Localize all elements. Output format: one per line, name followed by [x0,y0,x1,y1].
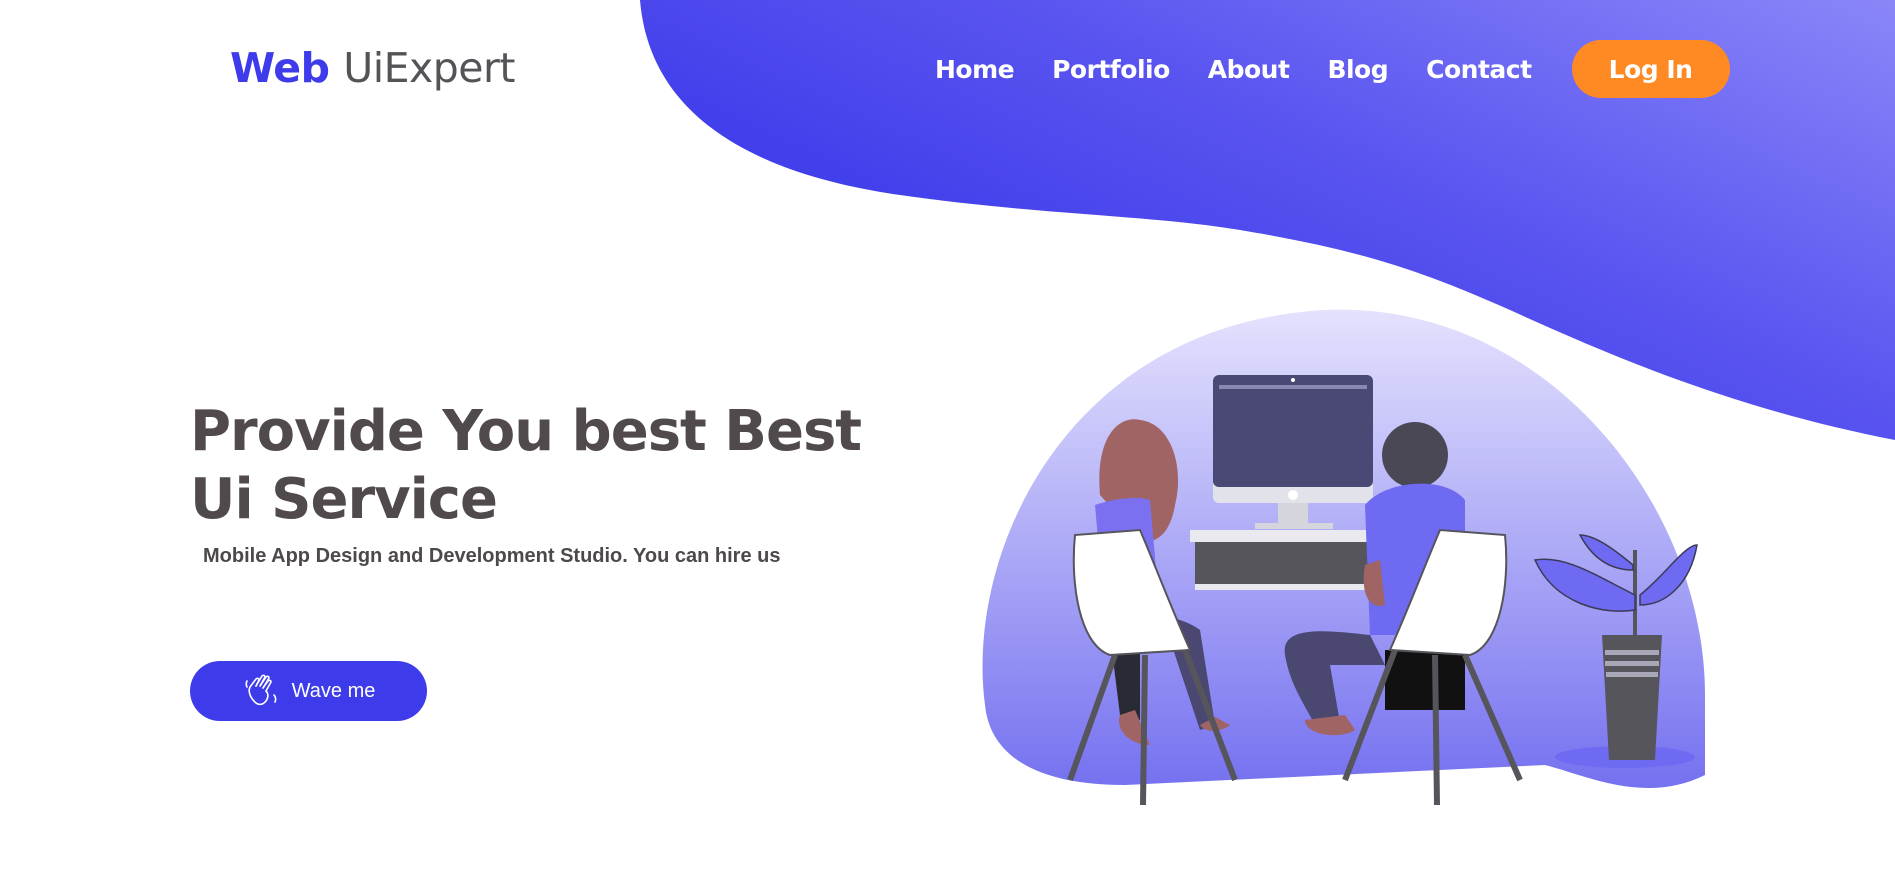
logo-uiexpert: UiExpert [343,44,515,92]
hero-illustration [982,309,1705,806]
logo[interactable]: Web UiExpert [230,44,515,92]
main-nav: Home Portfolio About Blog Contact Log In [935,40,1730,98]
hero-title: Provide You best Best Ui Service [190,399,862,532]
waving-hand-icon [245,674,277,706]
wave-me-label: Wave me [291,679,376,702]
logo-web: Web [230,44,330,92]
nav-blog[interactable]: Blog [1327,55,1388,84]
nav-portfolio[interactable]: Portfolio [1052,55,1170,84]
hero-subtitle: Mobile App Design and Development Studio… [203,545,781,567]
login-button[interactable]: Log In [1571,40,1730,98]
nav-home[interactable]: Home [935,55,1015,84]
page: Web UiExpert Home Portfolio About Blog C… [0,0,1895,875]
wave-me-button[interactable]: Wave me [190,661,427,721]
nav-about[interactable]: About [1208,55,1290,84]
nav-contact[interactable]: Contact [1426,55,1532,84]
